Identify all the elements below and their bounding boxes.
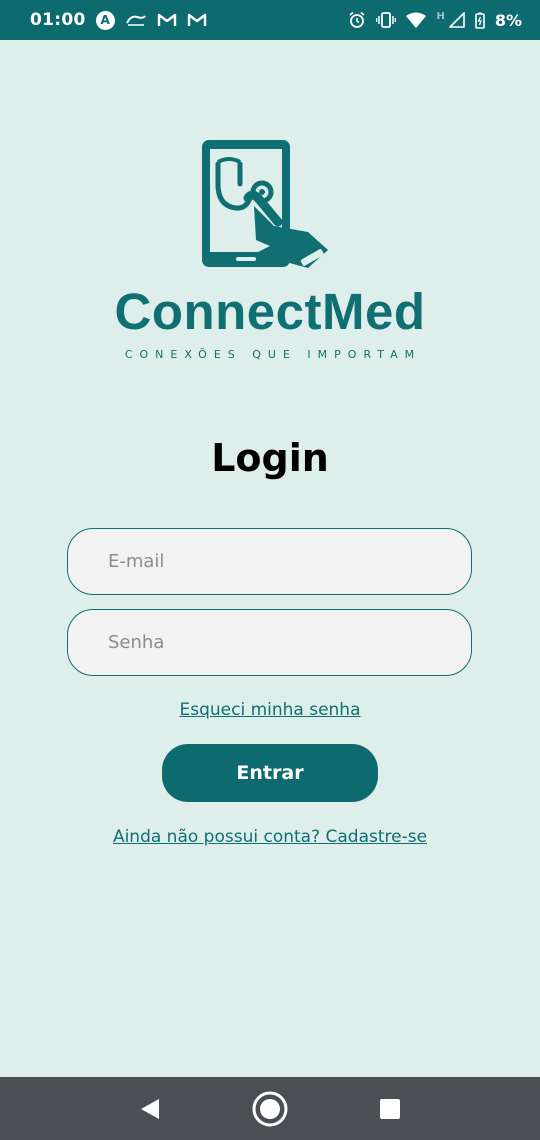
email-field[interactable] — [67, 528, 472, 595]
status-right: H 8% — [348, 11, 522, 30]
ifood-icon — [125, 13, 147, 27]
home-icon[interactable] — [250, 1089, 290, 1129]
wifi-icon — [406, 12, 427, 28]
anatel-a-icon: A — [95, 10, 115, 30]
status-bar: 01:00 A H 8% — [0, 0, 540, 40]
signup-link[interactable]: Ainda não possui conta? Cadastre-se — [113, 827, 427, 847]
password-field[interactable] — [67, 609, 472, 676]
recents-icon[interactable] — [370, 1089, 410, 1129]
page-title: Login — [211, 436, 329, 480]
brand-name: ConnectMed — [114, 283, 426, 340]
connectmed-logo-icon — [196, 136, 336, 276]
status-left: 01:00 A — [30, 10, 207, 30]
brand-tagline: CONEXÕES QUE IMPORTAM — [124, 348, 422, 361]
battery-icon — [475, 12, 485, 29]
password-input[interactable] — [108, 632, 471, 653]
signal-icon — [448, 12, 465, 28]
alarm-icon — [348, 11, 366, 29]
forgot-password-link[interactable]: Esqueci minha senha — [179, 700, 360, 720]
battery-percent: 8% — [494, 10, 522, 30]
back-icon[interactable] — [130, 1089, 170, 1129]
login-button[interactable]: Entrar — [162, 744, 378, 802]
signup-row: Ainda não possui conta? Cadastre-se — [0, 827, 540, 847]
email-input[interactable] — [108, 551, 471, 572]
forgot-password-row: Esqueci minha senha — [0, 700, 540, 720]
vibrate-icon — [376, 12, 397, 28]
gmail-icon — [187, 12, 207, 28]
navigation-bar — [0, 1077, 540, 1140]
network-type-indicator: H — [436, 10, 445, 22]
gmail-icon — [157, 12, 177, 28]
status-time: 01:00 — [30, 10, 86, 30]
